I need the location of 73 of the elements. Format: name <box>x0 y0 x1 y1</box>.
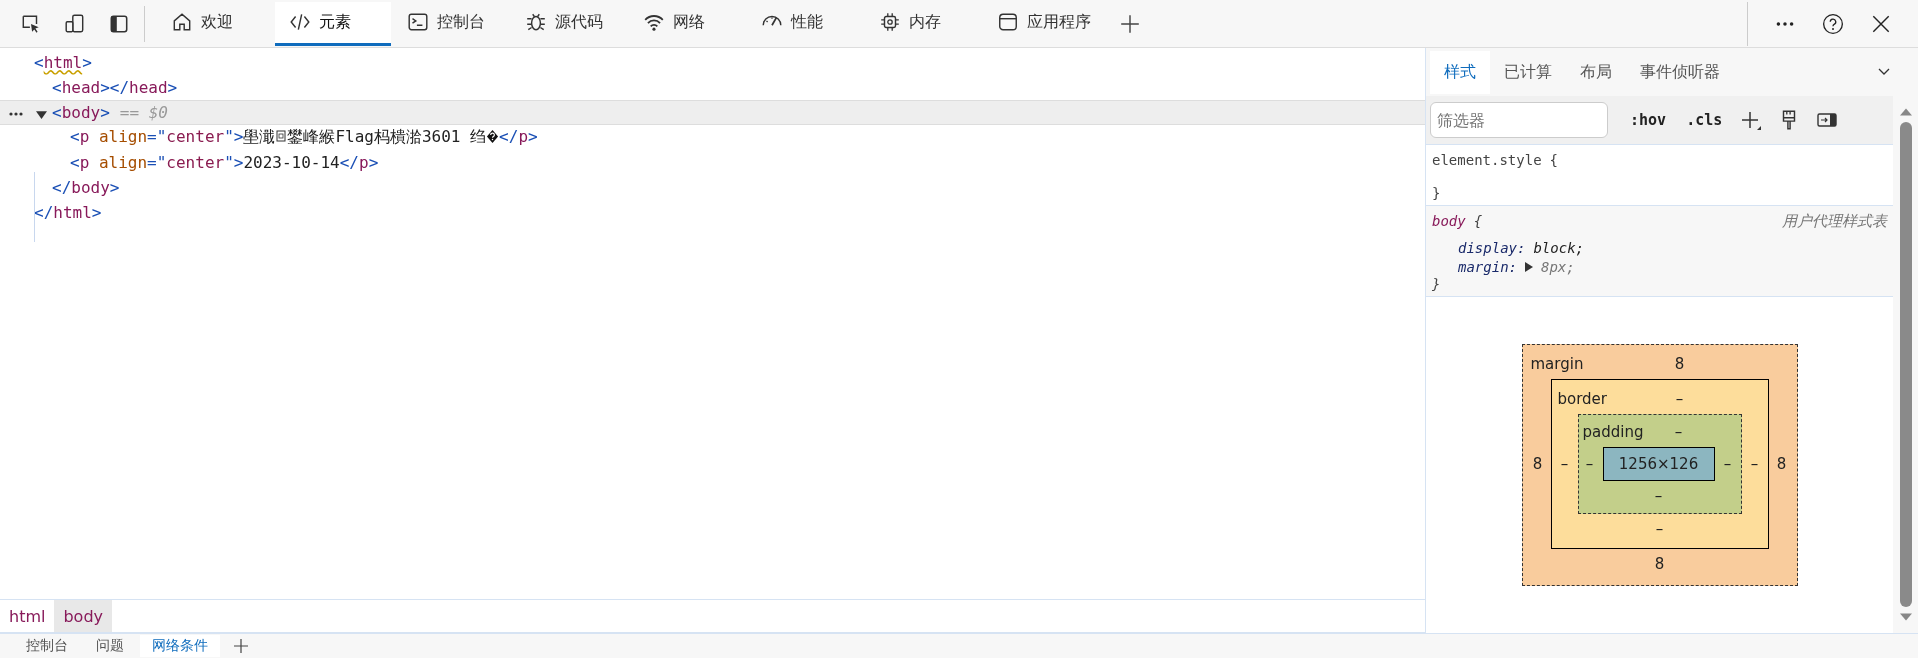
box-value: – <box>1673 423 1684 441</box>
scroll-up-icon[interactable] <box>1899 108 1912 116</box>
replacement-character-icon <box>486 129 500 144</box>
missing-glyph-icon <box>276 129 287 143</box>
rule-brace: { <box>1473 213 1483 229</box>
styles-tab[interactable]: 样式 <box>1430 50 1490 94</box>
add-tab-icon[interactable] <box>1119 12 1141 35</box>
window-icon <box>997 11 1019 33</box>
rule-brace: { <box>1549 152 1558 168</box>
content-box: 1256×126 <box>1602 447 1715 481</box>
panel-tab[interactable]: 源代码 <box>511 1 627 46</box>
expand-triangle-icon[interactable] <box>1525 261 1533 272</box>
scroll-down-icon[interactable] <box>1899 613 1912 621</box>
box-value: – <box>1584 455 1595 473</box>
dom-node-line[interactable]: <p align="center">壆濈 鐢峰緱Flag杩樻湁3601 绉 </p> <box>70 127 538 148</box>
drawer-tab[interactable]: 问题 <box>84 635 136 657</box>
property-value: 8px; <box>1541 258 1575 275</box>
box-label: margin <box>1530 355 1585 373</box>
box-value: – <box>1654 519 1665 540</box>
drawer-tab[interactable]: 控制台 <box>14 635 80 657</box>
box-value: 8 <box>1673 355 1686 373</box>
panel-tab[interactable]: 控制台 <box>393 1 509 46</box>
panel-tab[interactable]: 欢迎 <box>157 1 273 46</box>
panel-tab[interactable]: 元素 <box>275 1 391 46</box>
help-icon[interactable] <box>1822 12 1844 35</box>
more-dots-icon[interactable] <box>8 111 24 117</box>
device-icon[interactable] <box>64 12 86 35</box>
box-value: – <box>1674 390 1685 408</box>
dom-node-line[interactable]: <head></head> <box>52 78 178 97</box>
box-value: 8 <box>1531 455 1544 473</box>
console-icon <box>407 11 429 33</box>
property-name: display: <box>1458 239 1526 256</box>
toggle-button[interactable]: .cls <box>1684 109 1725 131</box>
dom-node-line[interactable]: </body> <box>52 178 120 197</box>
chevron-down-icon[interactable] <box>1878 68 1890 76</box>
drawer-tab[interactable]: 网络条件 <box>140 635 220 657</box>
breadcrumb-item[interactable]: html <box>0 600 55 632</box>
home-icon <box>171 11 193 33</box>
add-tab-icon[interactable] <box>234 639 248 653</box>
rule-selector: element.style <box>1432 152 1542 168</box>
styles-tab[interactable]: 事件侦听器 <box>1626 50 1734 94</box>
styles-tab[interactable]: 已计算 <box>1490 50 1566 94</box>
box-value: – <box>1559 455 1570 473</box>
toggle-button[interactable]: :hov <box>1628 109 1669 131</box>
expand-triangle-icon[interactable] <box>36 109 47 120</box>
styles-tab[interactable]: 布局 <box>1566 50 1626 94</box>
dom-node-line[interactable]: <body> == $0 <box>52 103 168 122</box>
breadcrumb-item[interactable]: body <box>54 600 113 632</box>
box-value: 8 <box>1653 554 1666 575</box>
filter-field[interactable]: 筛选器 <box>1430 102 1608 138</box>
panel-tab[interactable]: 性能 <box>747 1 863 46</box>
box-value: – <box>1653 486 1664 507</box>
box-label: border <box>1557 390 1609 408</box>
add-rule-icon[interactable] <box>1740 109 1763 131</box>
panel-tab[interactable]: 网络 <box>629 1 745 46</box>
panel-tab[interactable]: 应用程序 <box>983 1 1105 46</box>
property-name: margin: <box>1458 258 1517 275</box>
dom-node-line[interactable]: <html> <box>34 53 92 72</box>
panel-tab[interactable]: 内存 <box>865 1 981 46</box>
rule-source: 用户代理样式表 <box>1782 211 1887 231</box>
dom-node-line[interactable]: </html> <box>34 203 102 222</box>
box-value: – <box>1722 455 1733 473</box>
chip-icon <box>879 11 901 33</box>
box-value: – <box>1749 455 1760 473</box>
dom-node-line[interactable]: <p align="center">2023-10-14</p> <box>70 153 379 172</box>
rule-selector: body <box>1432 213 1466 229</box>
box-label: padding <box>1582 423 1645 441</box>
rule-brace: } <box>1432 276 1441 292</box>
box-value: 8 <box>1775 455 1788 473</box>
property-value: block; <box>1533 239 1584 256</box>
code-icon <box>289 11 311 33</box>
bug-icon <box>525 11 547 33</box>
rule-brace: } <box>1432 185 1441 201</box>
